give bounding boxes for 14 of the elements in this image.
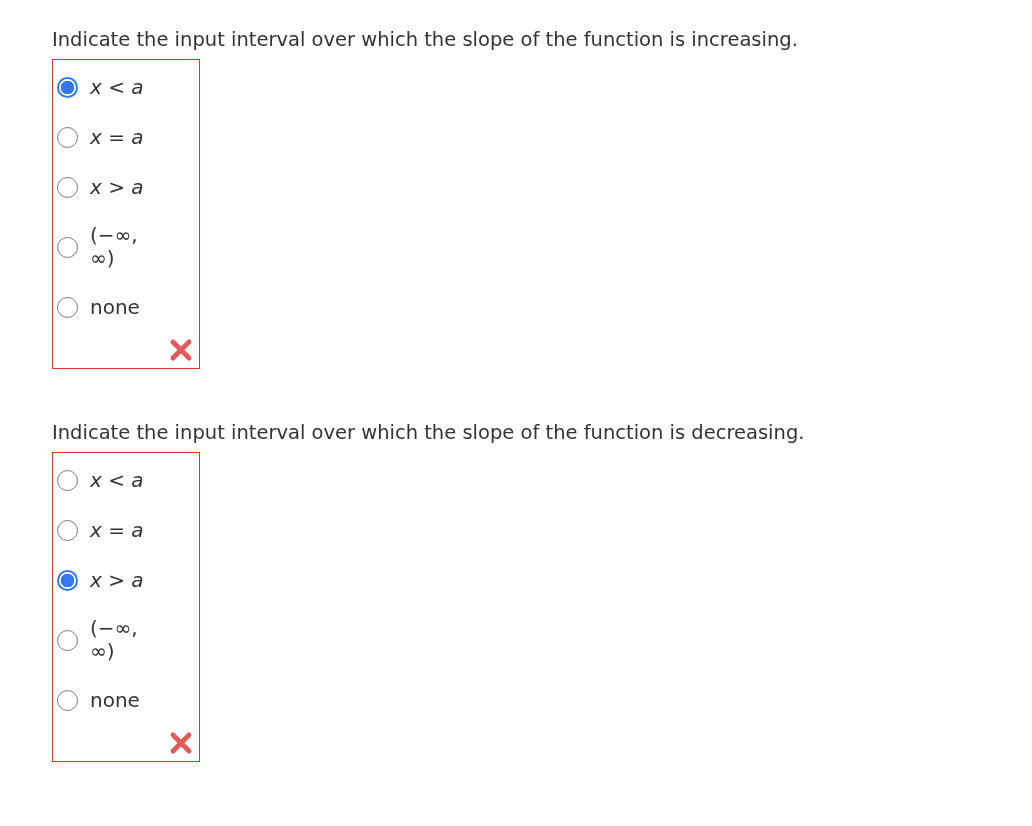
- option-label: x = a: [90, 518, 144, 542]
- option-label: x > a: [90, 568, 144, 592]
- radio-button[interactable]: [57, 569, 78, 591]
- option-label: x < a: [90, 75, 144, 99]
- option-label: none: [90, 688, 140, 712]
- option-label: (−∞, ∞): [90, 224, 139, 270]
- option-label: (−∞, ∞): [90, 617, 139, 663]
- option-label: x = a: [90, 125, 144, 149]
- option-label: none: [90, 295, 140, 319]
- question-prompt: Indicate the input interval over which the slope of the function is decreasing.: [52, 421, 806, 444]
- question-prompt: Indicate the input interval over which the slope of the function is increasing.: [52, 28, 799, 51]
- option-label: x < a: [90, 468, 144, 492]
- radio-button[interactable]: [57, 76, 78, 98]
- option-label: x > a: [90, 175, 144, 199]
